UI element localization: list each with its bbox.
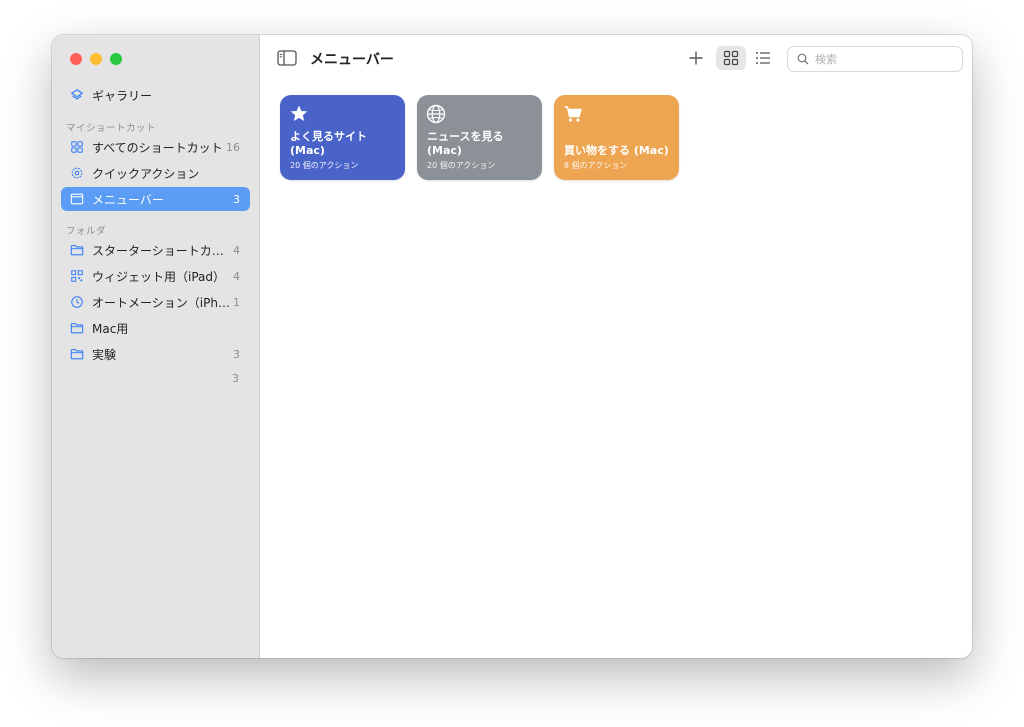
- folder-icon: [69, 346, 85, 362]
- sidebar-item-label: クイックアクション: [92, 166, 200, 181]
- plus-icon: [689, 51, 703, 65]
- list-view-button[interactable]: [748, 46, 778, 70]
- action-count: 20 個のアクション: [427, 161, 496, 170]
- action-count: 20 個のアクション: [290, 161, 359, 170]
- sidebar-item-label: すべてのショートカット: [92, 140, 223, 155]
- sidebar-toggle-button[interactable]: [277, 49, 297, 67]
- item-count: 3: [233, 347, 240, 361]
- sidebar-item-widgets-ipad[interactable]: ウィジェット用（iPad） 4: [61, 264, 250, 288]
- sidebar-item-automation-iphone[interactable]: オートメーション（iPho... 1: [61, 290, 250, 314]
- item-count: 3: [232, 372, 239, 385]
- search-icon: [797, 53, 809, 65]
- globe-icon: [426, 104, 446, 124]
- widget-grid-icon: [69, 268, 85, 284]
- sidebar: ギャラリー マイショートカット すべてのショートカット 16 クイックアクション…: [52, 35, 260, 658]
- item-count: 1: [233, 295, 240, 309]
- close-button[interactable]: [70, 53, 82, 65]
- shortcut-name: ニュースを見る (Mac): [427, 130, 504, 157]
- shortcut-name: 買い物をする (Mac): [564, 144, 669, 157]
- menubar-icon: [69, 191, 85, 207]
- sidebar-item-label: ウィジェット用（iPad）: [92, 269, 226, 284]
- item-count: 16: [226, 140, 240, 154]
- sidebar-item-label: スターターショートカット: [92, 243, 233, 258]
- zoom-button[interactable]: [110, 53, 122, 65]
- section-heading-folders: フォルダ: [66, 226, 107, 237]
- search-field[interactable]: [787, 46, 963, 72]
- shortcut-card-frequent-sites[interactable]: よく見るサイト (Mac) 20 個のアクション: [280, 95, 405, 180]
- minimize-button[interactable]: [90, 53, 102, 65]
- sidebar-item-label: 実験: [92, 347, 117, 362]
- automation-clock-icon: [69, 294, 85, 310]
- item-count: 4: [233, 269, 240, 283]
- folder-icon: [69, 242, 85, 258]
- item-count: 3: [233, 192, 240, 206]
- window-controls: [70, 53, 122, 65]
- sidebar-item-label: ギャラリー: [92, 88, 153, 103]
- sidebar-item-for-mac[interactable]: Mac用: [61, 316, 250, 340]
- sidebar-item-all-shortcuts[interactable]: すべてのショートカット 16: [61, 135, 250, 159]
- sidebar-item-experiments[interactable]: 実験 3: [61, 342, 250, 366]
- item-count: 4: [233, 243, 240, 257]
- cart-icon: [563, 104, 583, 124]
- sidebar-item-gallery[interactable]: ギャラリー: [61, 83, 250, 107]
- grid-view-button[interactable]: [716, 46, 746, 70]
- shortcuts-window: ギャラリー マイショートカット すべてのショートカット 16 クイックアクション…: [52, 35, 972, 658]
- grid-view-icon: [723, 50, 739, 66]
- sidebar-item-label: Mac用: [92, 321, 129, 336]
- sidebar-item-starter-shortcuts[interactable]: スターターショートカット 4: [61, 238, 250, 262]
- sidebar-item-menubar[interactable]: メニューバー 3: [61, 187, 250, 211]
- section-heading-my-shortcuts: マイショートカット: [66, 123, 157, 134]
- grid-icon: [69, 139, 85, 155]
- sidebar-item-label: オートメーション（iPho...: [92, 295, 233, 310]
- layers-icon: [69, 87, 85, 103]
- shortcut-name: よく見るサイト (Mac): [290, 130, 367, 157]
- search-input[interactable]: [815, 52, 955, 66]
- gear-icon: [69, 165, 85, 181]
- list-view-icon: [756, 52, 770, 64]
- page-title: メニューバー: [310, 52, 394, 68]
- shortcut-card-read-news[interactable]: ニュースを見る (Mac) 20 個のアクション: [417, 95, 542, 180]
- sidebar-item-quick-actions[interactable]: クイックアクション: [61, 161, 250, 185]
- star-icon: [289, 104, 309, 124]
- toolbar: メニューバー: [260, 35, 972, 83]
- sidebar-toggle-icon: [277, 50, 297, 66]
- action-count: 8 個のアクション: [564, 161, 628, 170]
- folder-icon: [69, 320, 85, 336]
- sidebar-item-label: メニューバー: [92, 192, 164, 207]
- add-shortcut-button[interactable]: [681, 46, 711, 70]
- shortcut-card-shopping[interactable]: 買い物をする (Mac) 8 個のアクション: [554, 95, 679, 180]
